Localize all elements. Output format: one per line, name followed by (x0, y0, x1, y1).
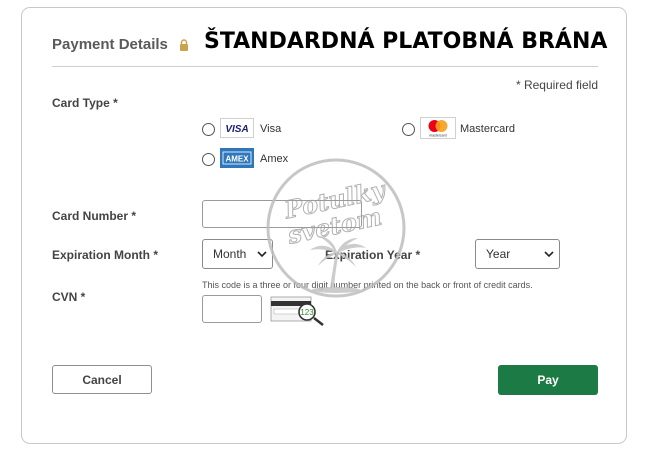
pay-button[interactable]: Pay (498, 365, 598, 395)
chevron-down-icon (257, 251, 267, 258)
cvn-label: CVN * (52, 290, 86, 304)
expiration-month-value: Month (213, 247, 247, 261)
header-divider (52, 66, 598, 67)
amex-label: Amex (260, 153, 289, 165)
cvn-example-icon: 123 (270, 296, 324, 326)
chevron-down-icon (544, 251, 554, 258)
expiration-month-label: Expiration Month * (52, 248, 158, 262)
svg-text:123: 123 (300, 308, 314, 317)
card-number-input[interactable] (202, 200, 362, 228)
cancel-button[interactable]: Cancel (52, 365, 152, 394)
expiration-year-value: Year (486, 247, 511, 261)
gateway-title: ŠTANDARDNÁ PLATOBNÁ BRÁNA (204, 29, 608, 54)
mastercard-logo-icon: mastercard (420, 117, 456, 139)
radio-visa[interactable] (202, 123, 215, 136)
radio-mastercard[interactable] (402, 123, 415, 136)
svg-text:VISA: VISA (225, 124, 248, 135)
expiration-year-select[interactable]: Year (475, 239, 560, 269)
expiration-month-select[interactable]: Month (202, 239, 273, 269)
visa-label: Visa (260, 123, 282, 135)
cvn-input[interactable] (202, 295, 262, 323)
lock-icon (180, 39, 188, 51)
radio-amex[interactable] (202, 153, 215, 166)
svg-text:mastercard: mastercard (429, 134, 447, 138)
card-number-label: Card Number * (52, 209, 137, 223)
visa-logo-icon: VISA (220, 118, 254, 138)
page-title: Payment Details (52, 36, 168, 53)
mastercard-label: Mastercard (460, 123, 516, 135)
card-type-label: Card Type * (52, 96, 118, 110)
required-field-note: * Required field (515, 78, 598, 92)
cvn-hint: This code is a three or four digit numbe… (202, 280, 533, 290)
expiration-year-label: Expiration Year * (325, 248, 421, 262)
svg-text:AMEX: AMEX (225, 155, 249, 164)
amex-logo-icon: AMEX (220, 148, 254, 168)
